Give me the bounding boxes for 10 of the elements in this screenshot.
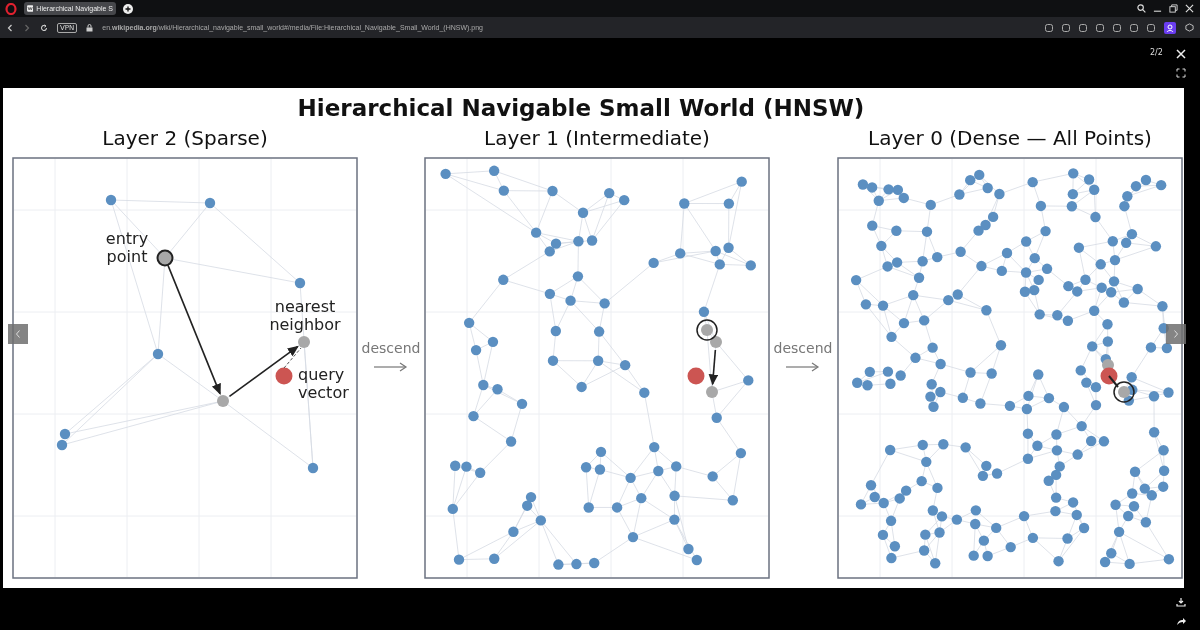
- descend-label: descend: [361, 340, 421, 356]
- annotation-label: nearest neighbor: [269, 297, 341, 334]
- panel-title: Layer 2 (Sparse): [102, 126, 268, 150]
- annotation-label: entry point: [105, 229, 149, 266]
- figure-title: Hierarchical Navigable Small World (HNSW): [297, 95, 865, 121]
- image-counter: 2/2: [1150, 48, 1163, 57]
- annotation-label: query vector: [298, 365, 349, 402]
- panel-title: Layer 0 (Dense — All Points): [868, 126, 1152, 150]
- descend-label: descend: [773, 340, 833, 356]
- panel-title: Layer 1 (Intermediate): [484, 126, 710, 150]
